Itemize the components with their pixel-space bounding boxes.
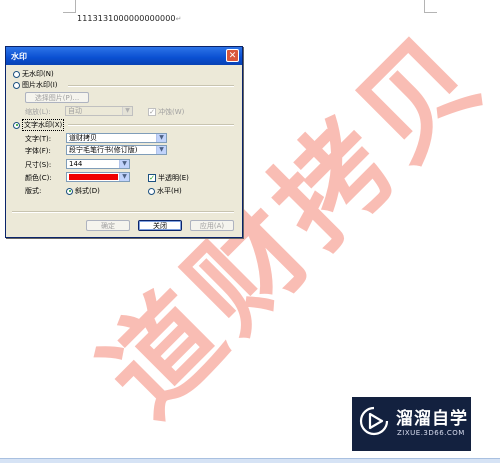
text-value: 道财拷贝 [69, 134, 97, 142]
no-watermark-option[interactable]: 无水印(N) [13, 69, 54, 79]
chevron-down-icon: ▼ [122, 107, 132, 115]
crop-mark-top-right [424, 0, 437, 13]
text-combobox[interactable]: 道财拷贝 ▼ [66, 133, 167, 143]
text-watermark-label: 文字水印(X) [22, 119, 65, 131]
chevron-down-icon[interactable]: ▼ [156, 146, 166, 154]
semitransparent-label: 半透明(E) [158, 174, 189, 182]
select-picture-button[interactable]: 选择图片(P)... [25, 92, 89, 103]
size-value: 144 [69, 160, 83, 168]
dialog-title: 水印 [11, 52, 27, 61]
font-value: 段宁毛笔行书(修订版) [69, 146, 138, 154]
picture-watermark-label: 图片水印(I) [22, 81, 58, 89]
apply-button[interactable]: 应用(A) [190, 220, 234, 231]
close-icon[interactable]: ✕ [226, 49, 239, 62]
picture-watermark-option[interactable]: 图片水印(I) [13, 80, 58, 90]
logo-subtitle: ZIXUE.3D66.COM [397, 429, 465, 437]
document-text-line[interactable]: 1113131000000000000↵ [77, 14, 182, 23]
logo-title: 溜溜自学 [396, 409, 468, 429]
diagonal-option[interactable]: 斜式(D) [66, 186, 100, 196]
crop-mark-top-left [63, 0, 76, 13]
color-swatch [69, 174, 118, 180]
semitransparent-checkbox[interactable]: ✓ [148, 174, 156, 182]
watermark-dialog: 水印 ✕ 无水印(N) 图片水印(I) 选择图片(P)... 缩放(L): 自动… [5, 46, 243, 238]
washout-label: 冲蚀(W) [158, 108, 185, 116]
no-watermark-radio[interactable] [13, 70, 20, 78]
horizontal-radio[interactable] [148, 187, 155, 195]
size-combobox[interactable]: 144 ▼ [66, 159, 130, 169]
diagonal-radio[interactable] [66, 187, 73, 195]
scale-value: 自动 [68, 107, 82, 115]
text-watermark-option[interactable]: 文字水印(X) [13, 119, 65, 131]
ok-button[interactable]: 确定 [86, 220, 130, 231]
chevron-down-icon[interactable]: ▼ [119, 160, 129, 168]
paragraph-mark-icon: ↵ [175, 15, 182, 23]
text-section-divider [68, 124, 234, 126]
washout-checkbox[interactable]: ✓ [148, 108, 156, 116]
font-label: 字体(F): [25, 147, 51, 155]
chevron-down-icon[interactable]: ▼ [156, 134, 166, 142]
horizontal-option[interactable]: 水平(H) [148, 186, 182, 196]
text-watermark-radio[interactable] [13, 121, 20, 129]
text-label: 文字(T): [25, 135, 52, 143]
size-label: 尺寸(S): [25, 161, 52, 169]
horizontal-label: 水平(H) [157, 187, 182, 195]
color-label: 颜色(C): [25, 174, 52, 182]
scale-label: 缩放(L): [25, 108, 51, 116]
play-logo-icon [359, 406, 389, 436]
buttons-divider [12, 211, 234, 213]
window-bottom-edge [0, 458, 500, 463]
dialog-titlebar[interactable]: 水印 ✕ [6, 47, 242, 65]
layout-label: 版式: [25, 187, 42, 195]
chevron-down-icon[interactable]: ▼ [119, 173, 129, 181]
color-picker[interactable]: ▼ [66, 172, 130, 182]
semitransparent-option[interactable]: ✓ 半透明(E) [148, 173, 189, 183]
diagonal-label: 斜式(D) [75, 187, 100, 195]
font-select[interactable]: 段宁毛笔行书(修订版) ▼ [66, 145, 167, 155]
scale-select[interactable]: 自动 ▼ [65, 106, 133, 116]
document-text: 1113131000000000000 [77, 14, 176, 23]
site-logo: 溜溜自学 ZIXUE.3D66.COM [352, 397, 471, 451]
washout-option[interactable]: ✓ 冲蚀(W) [148, 107, 184, 117]
picture-watermark-radio[interactable] [13, 81, 20, 89]
no-watermark-label: 无水印(N) [22, 70, 54, 78]
picture-section-divider [68, 85, 234, 87]
close-button[interactable]: 关闭 [138, 220, 182, 231]
